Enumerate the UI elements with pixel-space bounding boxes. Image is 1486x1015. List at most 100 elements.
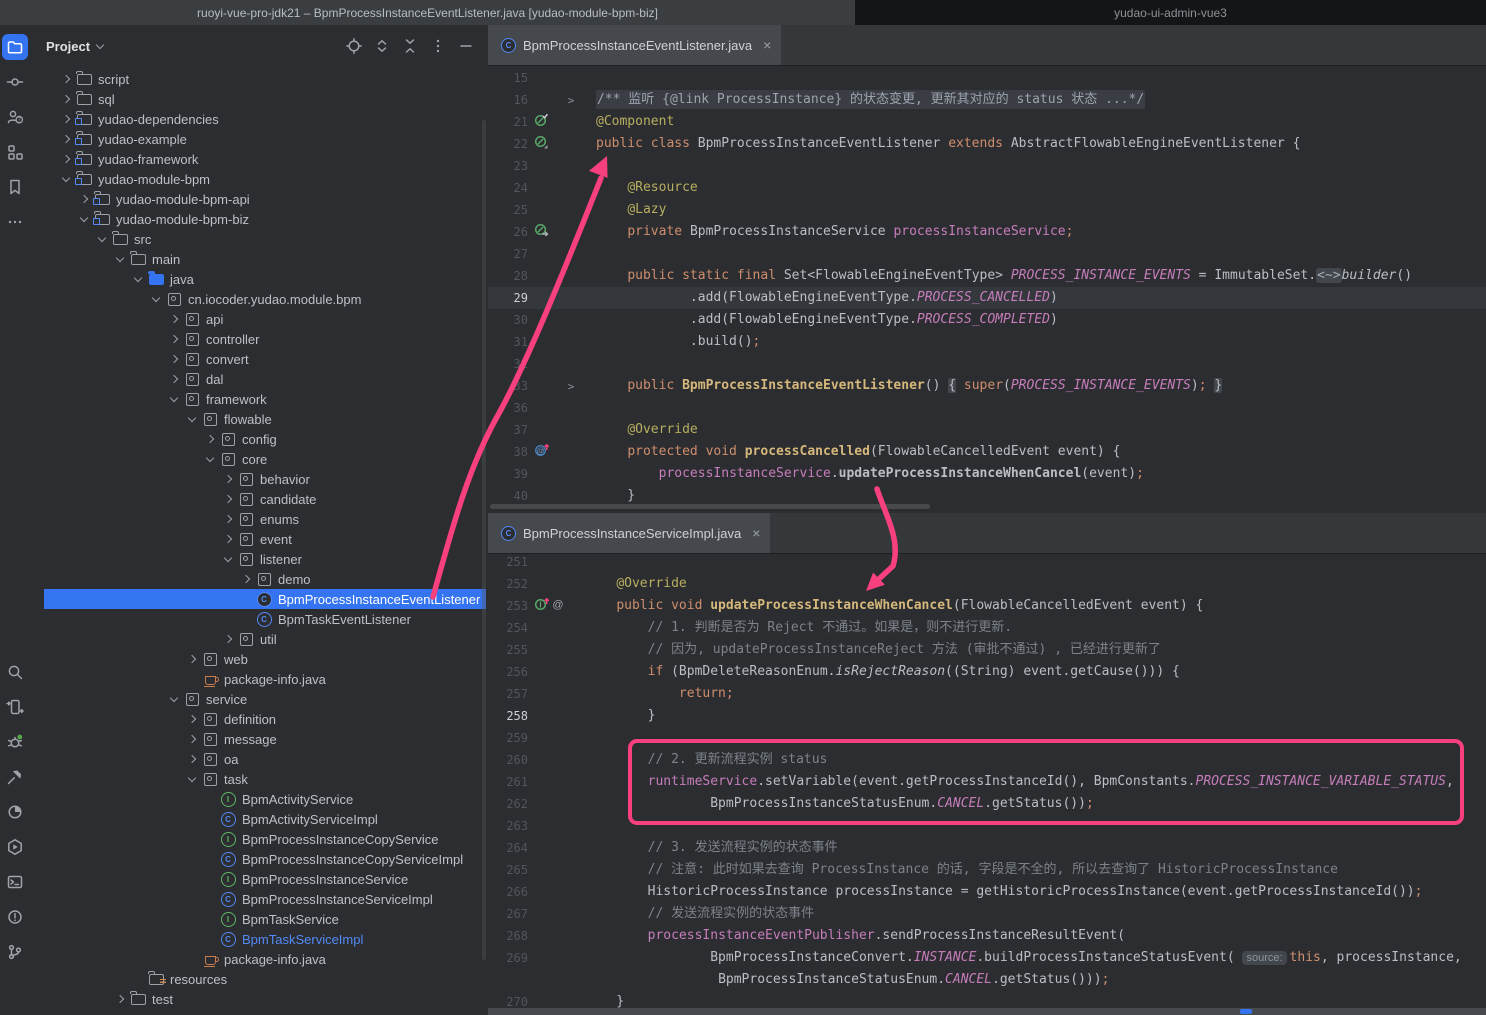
- tree-row-convert[interactable]: convert: [30, 349, 488, 369]
- tree-row-dal[interactable]: dal: [30, 369, 488, 389]
- chevron-closed-icon[interactable]: [220, 536, 236, 542]
- line-number[interactable]: 259: [488, 727, 528, 749]
- tree-row-bpmtaskservice[interactable]: IBpmTaskService: [30, 909, 488, 929]
- bookmarks-icon[interactable]: [2, 174, 28, 200]
- code-line-39[interactable]: 39 processInstanceService.updateProcessI…: [488, 463, 1486, 485]
- code-text[interactable]: // 注意: 此时如果去查询 ProcessInstance 的话, 字段是不全…: [568, 859, 1338, 881]
- tree-row-web[interactable]: web: [30, 649, 488, 669]
- code-text[interactable]: // 3. 发送流程实例的状态事件: [568, 837, 838, 859]
- tree-row-core[interactable]: core: [30, 449, 488, 469]
- version-control-icon[interactable]: [2, 939, 28, 965]
- debug-icon[interactable]: [2, 729, 28, 755]
- chevron-closed-icon[interactable]: [58, 116, 74, 122]
- line-number[interactable]: 16: [488, 89, 528, 111]
- tree-row-behavior[interactable]: behavior: [30, 469, 488, 489]
- line-number[interactable]: 264: [488, 837, 528, 859]
- code-line-15[interactable]: 15: [488, 67, 1486, 89]
- tree-row-message[interactable]: message: [30, 729, 488, 749]
- chevron-closed-icon[interactable]: [166, 356, 182, 362]
- code-text[interactable]: /** 监听 {@link ProcessInstance} 的状态变更, 更新…: [580, 89, 1145, 111]
- code-line-33[interactable]: 33> public BpmProcessInstanceEventListen…: [488, 375, 1486, 397]
- code-line-21[interactable]: 21@Component: [488, 111, 1486, 133]
- line-number[interactable]: 262: [488, 793, 528, 815]
- code-line-38[interactable]: 38 @ protected void processCancelled(Flow…: [488, 441, 1486, 463]
- fold-chevron-icon[interactable]: >: [562, 380, 580, 393]
- chevron-open-icon[interactable]: [220, 557, 236, 561]
- code-text[interactable]: BpmProcessInstanceStatusEnum.CANCEL.getS…: [568, 793, 1094, 815]
- code-text[interactable]: processInstanceService.updateProcessInst…: [580, 463, 1144, 485]
- tree-row-bpmactivityservice[interactable]: IBpmActivityService: [30, 789, 488, 809]
- chevron-open-icon[interactable]: [94, 237, 110, 241]
- override-icon[interactable]: @: [534, 443, 550, 462]
- line-number[interactable]: 255: [488, 639, 528, 661]
- chevron-open-icon[interactable]: [148, 297, 164, 301]
- tree-row-bpmactivityserviceimpl[interactable]: CBpmActivityServiceImpl: [30, 809, 488, 829]
- code-line-261[interactable]: 261 runtimeService.setVariable(event.get…: [488, 771, 1486, 793]
- chevron-open-icon[interactable]: [184, 777, 200, 781]
- top-editor[interactable]: 1516>/** 监听 {@link ProcessInstance} 的状态变…: [488, 65, 1486, 513]
- code-line-266[interactable]: 266 HistoricProcessInstance processInsta…: [488, 881, 1486, 903]
- run-services-icon[interactable]: [2, 834, 28, 860]
- code-line-258[interactable]: 258 }: [488, 705, 1486, 727]
- tree-row-src[interactable]: src: [30, 229, 488, 249]
- services-icon[interactable]: [2, 694, 28, 720]
- code-line-255[interactable]: 255 // 因为, updateProcessInstanceReject 方…: [488, 639, 1486, 661]
- line-number[interactable]: 268: [488, 925, 528, 947]
- code-text[interactable]: return;: [568, 683, 734, 705]
- tree-row-test[interactable]: test: [30, 989, 488, 1009]
- tree-row-yudao-example[interactable]: yudao-example: [30, 129, 488, 149]
- code-line-267[interactable]: 267 // 发送流程实例的状态事件: [488, 903, 1486, 925]
- line-number[interactable]: 32: [488, 353, 528, 375]
- chevron-closed-icon[interactable]: [58, 96, 74, 102]
- line-number[interactable]: 37: [488, 419, 528, 441]
- code-line-16[interactable]: 16 >/** 监听 {@link ProcessInstance} 的状态变更,…: [488, 89, 1486, 111]
- chevron-closed-icon[interactable]: [166, 376, 182, 382]
- code-text[interactable]: // 发送流程实例的状态事件: [568, 903, 814, 925]
- line-number[interactable]: 39: [488, 463, 528, 485]
- code-line-256[interactable]: 256 if (BpmDeleteReasonEnum.isRejectReas…: [488, 661, 1486, 683]
- line-number[interactable]: 260: [488, 749, 528, 771]
- chevron-closed-icon[interactable]: [238, 576, 254, 582]
- line-number[interactable]: 38: [488, 441, 528, 463]
- code-line-22[interactable]: 22public class BpmProcessInstanceEventLi…: [488, 133, 1486, 155]
- code-text[interactable]: protected void processCancelled(Flowable…: [580, 441, 1120, 463]
- code-line-268[interactable]: 268 processInstanceEventPublisher.sendPr…: [488, 925, 1486, 947]
- tab-bpm-process-instance-event-listener[interactable]: C BpmProcessInstanceEventListener.java ×: [488, 25, 781, 65]
- code-text[interactable]: public static final Set<FlowableEngineEv…: [580, 265, 1412, 287]
- tree-row-config[interactable]: config: [30, 429, 488, 449]
- line-number[interactable]: 253: [488, 595, 528, 617]
- chevron-open-icon[interactable]: [166, 397, 182, 401]
- chevron-closed-icon[interactable]: [58, 156, 74, 162]
- line-number[interactable]: 26: [488, 221, 528, 243]
- tree-row-framework[interactable]: framework: [30, 389, 488, 409]
- chevron-open-icon[interactable]: [76, 217, 92, 221]
- line-number[interactable]: 257: [488, 683, 528, 705]
- project-folder-icon[interactable]: [2, 34, 28, 60]
- tree-row-yudao-dependencies[interactable]: yudao-dependencies: [30, 109, 488, 129]
- code-text[interactable]: runtimeService.setVariable(event.getProc…: [568, 771, 1454, 793]
- tree-row-bpmprocessinstanceeventlistener[interactable]: CBpmProcessInstanceEventListener: [44, 589, 486, 609]
- code-line-27[interactable]: 27: [488, 243, 1486, 265]
- code-line-259[interactable]: 259: [488, 727, 1486, 749]
- tree-row-controller[interactable]: controller: [30, 329, 488, 349]
- line-number[interactable]: 256: [488, 661, 528, 683]
- tree-row-bpmprocessinstancecopyserviceimpl[interactable]: CBpmProcessInstanceCopyServiceImpl: [30, 849, 488, 869]
- tree-row-demo[interactable]: demo: [30, 569, 488, 589]
- line-number[interactable]: 36: [488, 397, 528, 419]
- code-line-29[interactable]: 29 .add(FlowableEngineEventType.PROCESS_…: [488, 287, 1486, 309]
- code-text[interactable]: BpmProcessInstanceConvert.INSTANCE.build…: [568, 947, 1462, 969]
- chevron-closed-icon[interactable]: [220, 636, 236, 642]
- project-tree-scrollbar[interactable]: [482, 120, 486, 960]
- code-text[interactable]: private BpmProcessInstanceService proces…: [580, 221, 1073, 243]
- tree-row-bpmprocessinstancecopyservice[interactable]: IBpmProcessInstanceCopyService: [30, 829, 488, 849]
- fold-chevron-icon[interactable]: >: [562, 94, 580, 107]
- line-number[interactable]: 24: [488, 177, 528, 199]
- tree-row-yudao-framework[interactable]: yudao-framework: [30, 149, 488, 169]
- code-text[interactable]: processInstanceEventPublisher.sendProces…: [568, 925, 1125, 947]
- chevron-closed-icon[interactable]: [184, 736, 200, 742]
- code-text[interactable]: public void updateProcessInstanceWhenCan…: [568, 595, 1203, 617]
- options-icon[interactable]: [426, 34, 450, 58]
- tree-row-service[interactable]: service: [30, 689, 488, 709]
- tree-row-sql[interactable]: sql: [30, 89, 488, 109]
- chevron-closed-icon[interactable]: [166, 316, 182, 322]
